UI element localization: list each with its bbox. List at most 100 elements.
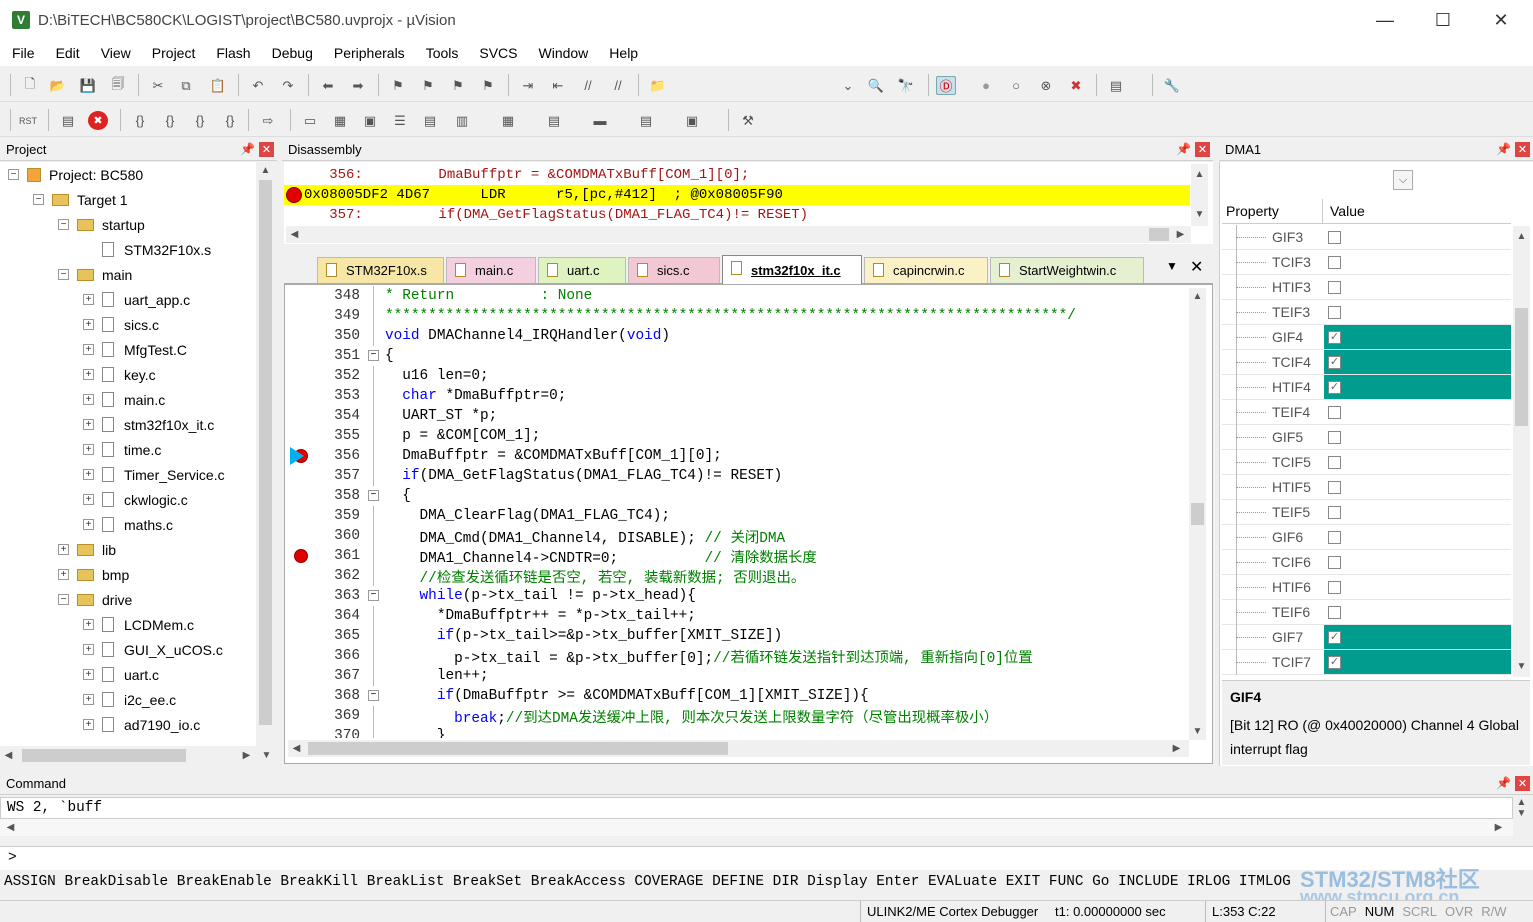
run-icon[interactable]: ▤: [58, 111, 78, 130]
close-icon[interactable]: ✕: [259, 142, 274, 157]
target-select-icon[interactable]: ⌄: [838, 76, 858, 95]
paste-icon[interactable]: 📋: [208, 76, 228, 95]
property-value[interactable]: [1324, 550, 1511, 574]
disassembly-hscroll[interactable]: ◀ ▶: [286, 226, 1191, 243]
expand-icon[interactable]: +: [83, 694, 94, 705]
code-line[interactable]: 354 UART_ST *p;: [288, 406, 1188, 426]
expand-icon[interactable]: +: [83, 644, 94, 655]
property-value[interactable]: [1324, 250, 1511, 274]
code-line[interactable]: 357 if(DMA_GetFlagStatus(DMA1_FLAG_TC4)!…: [288, 466, 1188, 486]
menu-project[interactable]: Project: [140, 45, 205, 61]
tree-item[interactable]: + i2c_ee.c: [83, 687, 176, 712]
menu-debug[interactable]: Debug: [260, 45, 322, 61]
property-value[interactable]: ✓: [1324, 325, 1511, 349]
code-line[interactable]: 362 //检查发送循环链是否空, 若空, 装载新数据; 否则退出。: [288, 566, 1188, 587]
property-column-header[interactable]: Property: [1226, 203, 1279, 219]
code-line[interactable]: 364 *DmaBuffptr++ = *p->tx_tail++;: [288, 606, 1188, 626]
disassembly-line[interactable]: 0x08005DF2 4D67 LDR r5,[pc,#412] ; @0x08…: [284, 185, 1190, 205]
trace-window-icon[interactable]: ▤: [636, 111, 656, 130]
checkbox-icon[interactable]: [1328, 506, 1341, 519]
save-icon[interactable]: 💾: [78, 76, 98, 95]
property-value[interactable]: [1324, 275, 1511, 299]
collapse-icon[interactable]: −: [33, 194, 44, 205]
expand-icon[interactable]: +: [83, 669, 94, 680]
disassembly-line[interactable]: 356: DmaBuffptr = &COMDMATxBuff[COM_1][0…: [284, 165, 1190, 185]
close-icon[interactable]: ✕: [1515, 776, 1530, 791]
analysis-window-icon[interactable]: ▬: [590, 111, 610, 130]
property-value[interactable]: ✓: [1324, 375, 1511, 399]
find-icon[interactable]: 🔍: [866, 76, 886, 95]
nav-forward-icon[interactable]: ➡: [348, 76, 368, 95]
code-line[interactable]: 356 DmaBuffptr = &COMDMATxBuff[COM_1][0]…: [288, 446, 1188, 466]
property-value[interactable]: [1324, 450, 1511, 474]
property-row[interactable]: HTIF4 ✓: [1222, 375, 1511, 400]
checkbox-checked-icon[interactable]: ✓: [1328, 331, 1341, 344]
collapse-icon[interactable]: −: [58, 269, 69, 280]
expand-icon[interactable]: +: [58, 544, 69, 555]
tree-item[interactable]: + sics.c: [83, 312, 159, 337]
collapse-icon[interactable]: −: [368, 690, 379, 701]
close-tab-icon[interactable]: ✕: [1190, 257, 1203, 277]
property-value[interactable]: [1324, 225, 1511, 249]
code-line[interactable]: 353 char *DmaBuffptr=0;: [288, 386, 1188, 406]
scroll-thumb[interactable]: [259, 180, 272, 725]
checkbox-checked-icon[interactable]: ✓: [1328, 381, 1341, 394]
tree-item[interactable]: + lib: [58, 537, 116, 562]
uncomment-icon[interactable]: //: [608, 76, 628, 95]
indent-icon[interactable]: ⇥: [518, 76, 538, 95]
expand-icon[interactable]: +: [83, 719, 94, 730]
checkbox-icon[interactable]: [1328, 456, 1341, 469]
pin-icon[interactable]: 📌: [1496, 776, 1511, 790]
expand-icon[interactable]: +: [83, 469, 94, 480]
checkbox-icon[interactable]: [1328, 556, 1341, 569]
reset-icon[interactable]: RST: [18, 111, 38, 130]
code-line[interactable]: 350 void DMAChannel4_IRQHandler(void): [288, 326, 1188, 346]
expand-icon[interactable]: +: [83, 294, 94, 305]
property-row[interactable]: TEIF3: [1222, 300, 1511, 325]
scroll-thumb[interactable]: [22, 749, 186, 762]
expand-icon[interactable]: +: [58, 569, 69, 580]
menu-tools[interactable]: Tools: [414, 45, 468, 61]
tree-item[interactable]: + Timer_Service.c: [83, 462, 225, 487]
code-line[interactable]: 358− {: [288, 486, 1188, 506]
code-line[interactable]: 367 len++;: [288, 666, 1188, 686]
checkbox-checked-icon[interactable]: ✓: [1328, 631, 1341, 644]
menu-window[interactable]: Window: [527, 45, 598, 61]
menu-file[interactable]: File: [0, 45, 44, 61]
property-value[interactable]: [1324, 500, 1511, 524]
disassembly-window-icon[interactable]: ▦: [330, 111, 350, 130]
tree-item[interactable]: + key.c: [83, 362, 156, 387]
value-column-header[interactable]: Value: [1330, 203, 1365, 219]
new-file-icon[interactable]: 🗋: [20, 76, 40, 95]
tree-item[interactable]: + main.c: [83, 387, 165, 412]
scroll-left-arrow[interactable]: ◀: [2, 819, 19, 836]
scroll-left-arrow[interactable]: ◀: [288, 740, 305, 757]
undo-icon[interactable]: ↶: [248, 76, 268, 95]
call-stack-icon[interactable]: ▤: [420, 111, 440, 130]
tree-item[interactable]: + uart_app.c: [83, 287, 190, 312]
dma1-vscroll[interactable]: ▲ ▼: [1513, 226, 1530, 677]
tree-item[interactable]: STM32F10x.s: [83, 237, 211, 262]
breakpoint-kill-all-icon[interactable]: ✖: [1066, 76, 1086, 95]
disassembly-line[interactable]: 357: if(DMA_GetFlagStatus(DMA1_FLAG_TC4)…: [284, 205, 1190, 225]
property-value[interactable]: ✓: [1324, 650, 1511, 674]
collapse-icon[interactable]: −: [58, 594, 69, 605]
code-line[interactable]: 365 if(p->tx_tail>=&p->tx_buffer[XMIT_SI…: [288, 626, 1188, 646]
expand-icon[interactable]: +: [83, 419, 94, 430]
collapse-icon[interactable]: −: [368, 590, 379, 601]
code-line[interactable]: 368− if(DmaBuffptr >= &COMDMATxBuff[COM_…: [288, 686, 1188, 706]
property-row[interactable]: TEIF5: [1222, 500, 1511, 525]
property-value[interactable]: [1324, 575, 1511, 599]
checkbox-icon[interactable]: [1328, 231, 1341, 244]
expand-icon[interactable]: +: [83, 619, 94, 630]
minimize-button[interactable]: —: [1356, 0, 1414, 40]
breakpoint-disable-icon[interactable]: ○: [1006, 76, 1026, 95]
prev-bookmark-icon[interactable]: ⚑: [418, 76, 438, 95]
bookmark-icon[interactable]: ⚑: [388, 76, 408, 95]
property-row[interactable]: HTIF5: [1222, 475, 1511, 500]
property-row[interactable]: GIF3: [1222, 225, 1511, 250]
tab-sics-c[interactable]: sics.c: [628, 257, 720, 283]
scroll-up-arrow[interactable]: ▲: [1513, 797, 1530, 808]
tree-item[interactable]: + bmp: [58, 562, 129, 587]
checkbox-icon[interactable]: [1328, 481, 1341, 494]
